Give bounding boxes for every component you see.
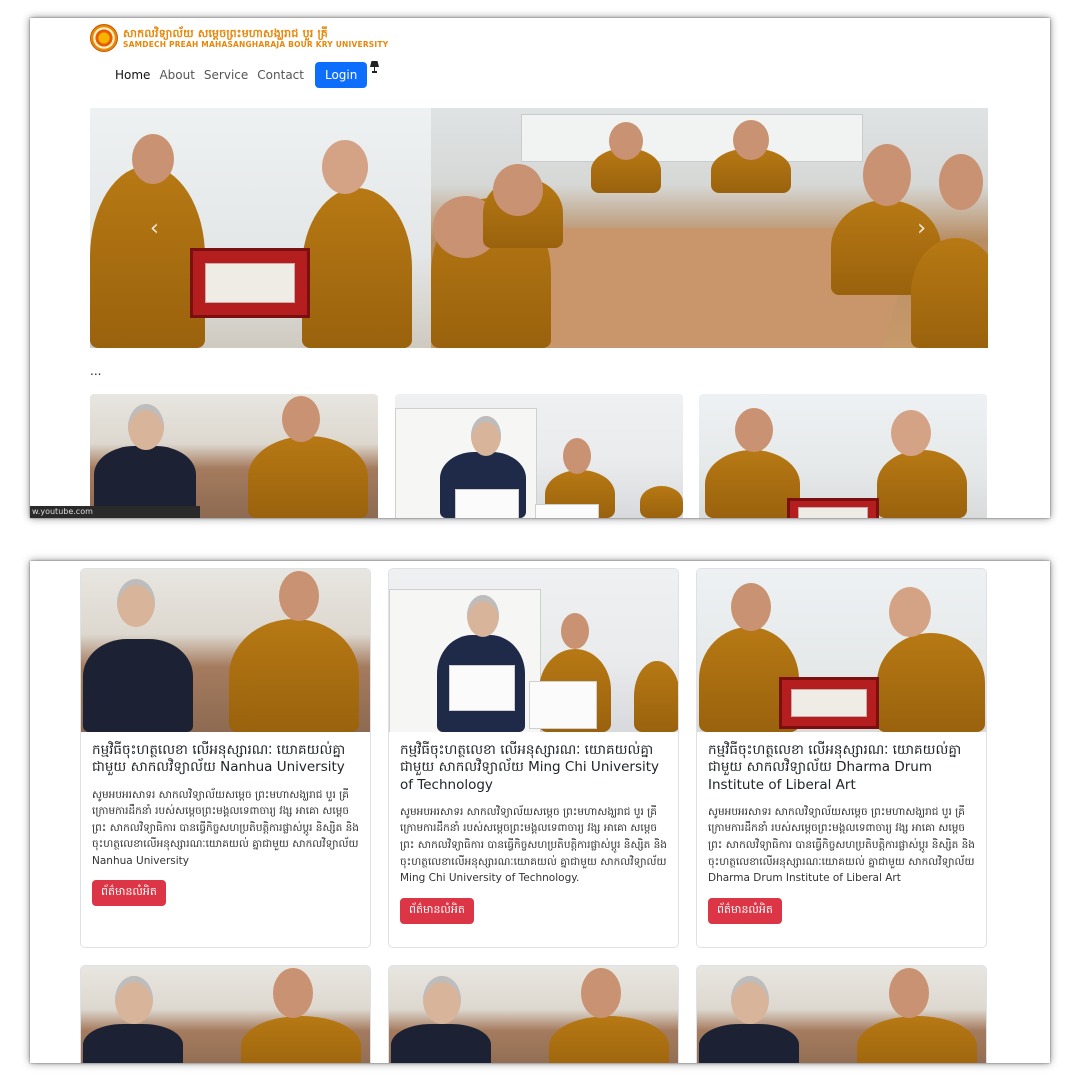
homepage-top-screenshot: សាកលវិទ្យាល័យ សម្ដេចព្រះមហាសង្ឃរាជ បួរ គ…: [30, 18, 1050, 518]
card-title: កម្មវិធីចុះហត្ថលេខា លើអនុស្សារណៈ យោគយល់គ…: [400, 742, 660, 793]
card-image-nanhua[interactable]: [81, 569, 370, 732]
card-image-ming-chi[interactable]: [389, 569, 678, 732]
nav-service[interactable]: Service: [204, 68, 248, 82]
login-button[interactable]: Login: [314, 62, 368, 88]
hero-carousel[interactable]: ‹ ›: [90, 108, 988, 348]
site-brand[interactable]: សាកលវិទ្យាល័យ សម្ដេចព្រះមហាសង្ឃរាជ បួរ គ…: [90, 22, 388, 54]
chevron-right-icon[interactable]: ›: [917, 216, 926, 241]
nav-home[interactable]: Home: [115, 68, 150, 82]
card-image-dharma-drum[interactable]: [697, 569, 986, 732]
card-title: កម្មវិធីចុះហត្ថលេខា លើអនុស្សារណៈ យោគយល់គ…: [708, 742, 962, 793]
lamp-icon[interactable]: [370, 60, 380, 76]
youtube-status-bar: w.youtube.com: [30, 506, 200, 518]
news-card-image-row2-1[interactable]: [80, 965, 371, 1063]
main-nav: Home About Service Contact Login: [115, 60, 380, 88]
card-image-nanhua[interactable]: [90, 394, 378, 518]
news-card-image-row2-3[interactable]: [696, 965, 987, 1063]
carousel-photo-meeting-table: ›: [431, 108, 988, 348]
card-description: សូមអបអរសាទរ សាកលវិទ្យាល័យសម្ដេច ព្រះមហាស…: [400, 805, 667, 885]
read-more-button[interactable]: ព័ត៌មានលំអិត: [708, 897, 782, 924]
card-description: សូមអបអរសាទរ សាកលវិទ្យាល័យសម្ដេច ព្រះមហាស…: [92, 788, 359, 867]
brand-khmer-name: សាកលវិទ្យាល័យ សម្ដេចព្រះមហាសង្ឃរាជ បួរ គ…: [123, 26, 328, 40]
carousel-photo-plaque-exchange: ‹: [90, 108, 432, 348]
homepage-cards-screenshot: កម្មវិធីចុះហត្ថលេខា លើអនុស្សារណៈ យោគយល់គ…: [30, 561, 1050, 1063]
university-seal-logo: [90, 24, 118, 52]
news-card-dharma-drum: កម្មវិធីចុះហត្ថលេខា លើអនុស្សារណៈ យោគយល់គ…: [696, 568, 987, 948]
news-card-image-row2-2[interactable]: [388, 965, 679, 1063]
brand-english-name: SAMDECH PREAH MAHASANGHARAJA BOUR KRY UN…: [123, 39, 389, 49]
chevron-left-icon[interactable]: ‹: [150, 216, 159, 241]
card-image-dharma-drum[interactable]: [699, 394, 987, 518]
read-more-button[interactable]: ព័ត៌មានលំអិត: [92, 880, 166, 907]
nav-contact[interactable]: Contact: [257, 68, 304, 82]
ellipsis-text: ...: [90, 364, 102, 378]
card-description: សូមអបអរសាទរ សាកលវិទ្យាល័យសម្ដេច ព្រះមហាស…: [708, 805, 975, 885]
news-card-ming-chi: កម្មវិធីចុះហត្ថលេខា លើអនុស្សារណៈ យោគយល់គ…: [388, 568, 679, 948]
news-card-nanhua: កម្មវិធីចុះហត្ថលេខា លើអនុស្សារណៈ យោគយល់គ…: [80, 568, 371, 948]
read-more-button[interactable]: ព័ត៌មានលំអិត: [400, 897, 474, 924]
card-title: កម្មវិធីចុះហត្ថលេខា លើអនុស្សារណៈ យោគយល់គ…: [92, 742, 346, 776]
nav-about[interactable]: About: [159, 68, 194, 82]
card-image-ming-chi[interactable]: [395, 394, 683, 518]
